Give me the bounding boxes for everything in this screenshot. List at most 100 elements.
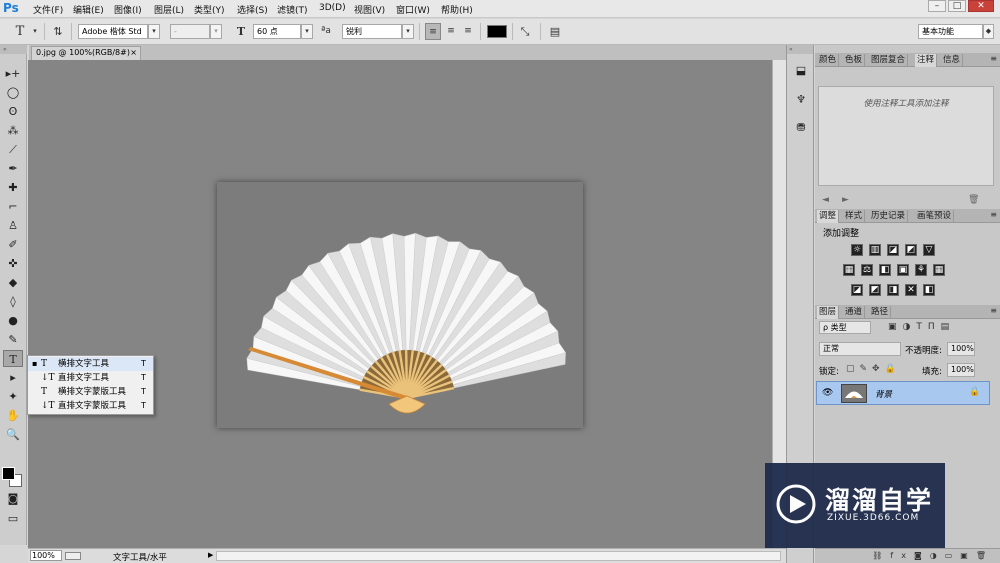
lock-icons[interactable]: ▢✎✥🔒 [846, 364, 901, 374]
blend-mode-field[interactable]: 正常 [819, 342, 901, 356]
marquee-tool-icon[interactable]: ◯ [3, 84, 23, 101]
adjustment-icon[interactable]: ◩ [869, 284, 881, 296]
flyout-item[interactable]: T 横排文字蒙版工具 T [28, 385, 153, 399]
adjustment-icon[interactable]: ◩ [905, 244, 917, 256]
lasso-tool-icon[interactable]: ʘ [3, 103, 23, 120]
screen-mode-icon[interactable]: ▭ [3, 510, 23, 527]
menu-image[interactable]: 图像(I) [114, 3, 142, 16]
minimize-button[interactable]: – [928, 0, 946, 12]
panel-tab[interactable]: 通道 [843, 306, 866, 319]
pen-tool-icon[interactable]: ✎ [3, 331, 23, 348]
clone-stamp-tool-icon[interactable]: ♙ [3, 217, 23, 234]
adjustment-icon[interactable]: ▦ [933, 264, 945, 276]
panel-tab[interactable]: 路径 [869, 306, 892, 319]
orientation-toggle-icon[interactable]: ⇅ [50, 23, 66, 40]
path-select-tool-icon[interactable]: ▸ [3, 369, 23, 386]
adjustment-icon[interactable]: ✕ [905, 284, 917, 296]
eraser-tool-icon[interactable]: ✜ [3, 255, 23, 272]
adjustment-icon[interactable]: ◧ [923, 284, 935, 296]
menu-file[interactable]: 文件(F) [33, 3, 63, 16]
zoom-tool-icon[interactable]: 🔍 [3, 426, 23, 443]
quick-select-tool-icon[interactable]: ⁂ [3, 122, 23, 139]
close-button[interactable]: ✕ [968, 0, 994, 12]
status-menu-arrow-icon[interactable]: ▶ [208, 551, 213, 559]
foreground-color-swatch[interactable] [2, 467, 15, 480]
layer-row-background[interactable]: 👁 背景 🔒 [816, 381, 990, 405]
font-family-dropdown[interactable]: ▾ [148, 24, 160, 39]
history-brush-tool-icon[interactable]: ✐ [3, 236, 23, 253]
menu-edit[interactable]: 编辑(E) [73, 3, 104, 16]
font-size-field[interactable]: 60 点 [253, 24, 301, 39]
menu-help[interactable]: 帮助(H) [441, 3, 473, 16]
workspace-dropdown[interactable]: ◆ [983, 24, 994, 39]
blur-tool-icon[interactable]: ◊ [3, 293, 23, 310]
dock-header[interactable]: « [787, 45, 813, 54]
align-left-icon[interactable]: ≡ [425, 23, 441, 40]
adjustment-icon[interactable]: ◪ [851, 284, 863, 296]
layers-footer-icons[interactable]: ⛓fx◙◑▭▣🗑 [815, 548, 1000, 563]
warp-text-icon[interactable]: ⤡ [517, 23, 533, 40]
dodge-tool-icon[interactable]: ● [3, 312, 23, 329]
adjustment-icon[interactable]: ⚖ [861, 264, 873, 276]
menu-3d[interactable]: 3D(D) [319, 3, 346, 13]
quick-mask-icon[interactable]: ◙ [3, 490, 23, 507]
panel-menu-icon[interactable]: ≡ [990, 54, 997, 63]
layer-filter-field[interactable]: ρ 类型 [819, 321, 871, 334]
workspace-field[interactable]: 基本功能 [918, 24, 983, 39]
panel-tab[interactable]: 历史记录 [869, 210, 909, 223]
clone-source-icon[interactable]: ⛃ [791, 118, 811, 138]
panel-tab[interactable]: 色板 [843, 54, 866, 67]
flyout-item[interactable]: ↓T 直排文字工具 T [28, 371, 153, 385]
previous-note-icon[interactable]: ◄ [822, 195, 829, 205]
adjustment-icon[interactable]: ▣ [897, 264, 909, 276]
panel-tab[interactable]: 颜色 [817, 54, 840, 67]
menu-type[interactable]: 类型(Y) [194, 3, 225, 16]
adjustment-icon[interactable]: ◧ [879, 264, 891, 276]
menu-filter[interactable]: 滤镜(T) [277, 3, 308, 16]
text-color-swatch[interactable] [487, 25, 507, 38]
font-family-field[interactable]: Adobe 楷体 Std [78, 24, 148, 39]
flyout-item[interactable]: ↓T 直排文字蒙版工具 T [28, 399, 153, 413]
align-center-icon[interactable]: ≡ [443, 23, 459, 40]
preset-dropdown-icon[interactable]: ▾ [31, 23, 39, 40]
eyedropper-tool-icon[interactable]: ✒ [3, 160, 23, 177]
hand-tool-icon[interactable]: ✋ [3, 407, 23, 424]
tools-panel-header[interactable]: » [0, 45, 27, 54]
document-canvas[interactable] [217, 182, 583, 428]
panel-tab[interactable]: 调整 [817, 210, 840, 223]
font-style-dropdown[interactable]: ▾ [210, 24, 222, 39]
brush-presets-icon[interactable]: ♆ [791, 90, 811, 110]
antialias-dropdown[interactable]: ▾ [402, 24, 414, 39]
tool-presets-icon[interactable]: ⬓ [791, 61, 811, 81]
adjustment-icon[interactable]: ◪ [887, 244, 899, 256]
panel-tab[interactable]: 图层复合 [869, 54, 909, 67]
next-note-icon[interactable]: ► [842, 195, 849, 205]
visibility-eye-icon[interactable]: 👁 [822, 388, 833, 398]
font-style-field[interactable]: - [170, 24, 210, 39]
adjustment-icon[interactable]: ▽ [923, 244, 935, 256]
font-size-dropdown[interactable]: ▾ [301, 24, 313, 39]
document-tab[interactable]: 0.jpg @ 100%(RGB/8#) × [31, 46, 141, 60]
zoom-field[interactable]: 100% [30, 550, 62, 561]
shape-tool-icon[interactable]: ✦ [3, 388, 23, 405]
panel-tab[interactable]: 样式 [843, 210, 866, 223]
restore-button[interactable]: □ [948, 0, 966, 12]
type-tool-icon[interactable]: T [3, 350, 23, 367]
adjustment-icon[interactable]: ⚘ [915, 264, 927, 276]
menu-select[interactable]: 选择(S) [237, 3, 268, 16]
panel-tab[interactable]: 画笔预设 [915, 210, 955, 223]
antialias-field[interactable]: 锐利 [342, 24, 402, 39]
panel-tab[interactable]: 信息 [941, 54, 964, 67]
brush-tool-icon[interactable]: ⌐ [3, 198, 23, 215]
panel-menu-icon[interactable]: ≡ [990, 306, 997, 315]
fill-field[interactable]: 100% [947, 363, 975, 377]
delete-note-icon[interactable]: 🗑 [968, 195, 979, 205]
layer-name[interactable]: 背景 [875, 388, 892, 400]
tab-close-icon[interactable]: × [130, 47, 137, 59]
panel-tab[interactable]: 图层 [817, 306, 840, 319]
adjustment-icon[interactable]: ☼ [851, 244, 863, 256]
layer-filter-icons[interactable]: ▣◑TΠ▤ [888, 322, 955, 332]
text-tool-preset-icon[interactable]: T [12, 23, 28, 40]
gradient-tool-icon[interactable]: ◆ [3, 274, 23, 291]
character-panel-icon[interactable]: ▤ [547, 23, 563, 40]
